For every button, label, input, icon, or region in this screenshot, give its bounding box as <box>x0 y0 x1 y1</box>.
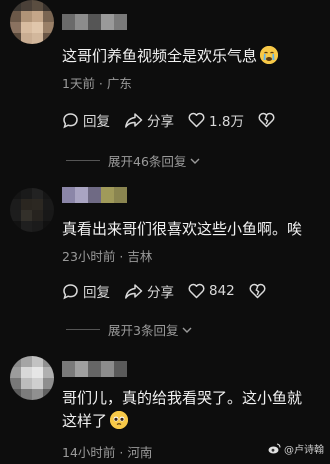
comment-text: 这哥们养鱼视频全是欢乐气息 <box>62 45 279 67</box>
divider-line <box>66 329 100 330</box>
like-button[interactable]: 1.8万 <box>188 110 244 130</box>
expand-replies-label: 展开3条回复 <box>108 323 179 338</box>
reply-icon <box>63 283 78 299</box>
comment-text-line-2-content: 这样了 <box>62 412 108 430</box>
watermark: @卢诗翰 <box>268 441 324 456</box>
reply-button[interactable]: 回复 <box>62 110 110 130</box>
expand-replies-label: 展开46条回复 <box>108 154 187 169</box>
chevron-down-icon <box>190 158 200 164</box>
avatar[interactable] <box>10 188 54 232</box>
divider-line <box>66 160 100 161</box>
crying-face-icon <box>260 46 279 64</box>
share-icon <box>125 283 143 299</box>
avatar-mosaic <box>10 0 54 44</box>
comment-text-line-2: 这样了 <box>62 410 129 432</box>
chevron-down-icon <box>182 327 192 333</box>
dislike-button[interactable] <box>258 112 275 128</box>
share-label: 分享 <box>147 285 174 301</box>
reply-label: 回复 <box>83 285 110 301</box>
expand-replies-button[interactable]: 展开3条回复 <box>66 320 193 339</box>
username-mosaic[interactable] <box>62 187 127 203</box>
heart-icon <box>188 283 205 299</box>
share-button[interactable]: 分享 <box>124 110 174 130</box>
comment-meta: 1天前 · 广东 <box>62 76 132 91</box>
expand-replies-button[interactable]: 展开46条回复 <box>66 151 201 170</box>
reply-label: 回复 <box>83 114 110 130</box>
weibo-logo-icon <box>268 443 281 454</box>
dislike-button[interactable] <box>249 283 266 299</box>
share-label: 分享 <box>147 114 174 130</box>
watermark-text: @卢诗翰 <box>284 445 324 456</box>
username-mosaic[interactable] <box>62 361 127 377</box>
comment-actions: 回复 分享 1.8万 <box>62 110 289 130</box>
broken-heart-icon <box>249 283 266 299</box>
heart-icon <box>188 112 205 128</box>
share-button[interactable]: 分享 <box>124 281 174 301</box>
comment-text: 真看出来哥们很喜欢这些小鱼啊。唉 <box>62 220 303 238</box>
like-count: 842 <box>209 283 235 299</box>
comment-text-line-1: 哥们儿，真的给我看哭了。这小鱼就 <box>62 389 303 407</box>
comment-actions: 回复 分享 842 <box>62 281 280 301</box>
comment-text-content: 这哥们养鱼视频全是欢乐气息 <box>62 47 258 65</box>
avatar-mosaic <box>10 356 54 400</box>
comment-meta: 23小时前 · 吉林 <box>62 249 153 264</box>
avatar[interactable] <box>10 0 54 44</box>
pleading-face-icon <box>110 411 129 429</box>
username-mosaic[interactable] <box>62 14 127 30</box>
comment-meta: 14小时前 · 河南 <box>62 445 153 460</box>
share-icon <box>125 112 143 128</box>
avatar-mosaic <box>10 188 54 232</box>
reply-icon <box>63 112 78 128</box>
avatar[interactable] <box>10 356 54 400</box>
like-count: 1.8万 <box>209 114 244 130</box>
reply-button[interactable]: 回复 <box>62 281 110 301</box>
broken-heart-icon <box>258 112 275 128</box>
like-button[interactable]: 842 <box>188 283 235 299</box>
